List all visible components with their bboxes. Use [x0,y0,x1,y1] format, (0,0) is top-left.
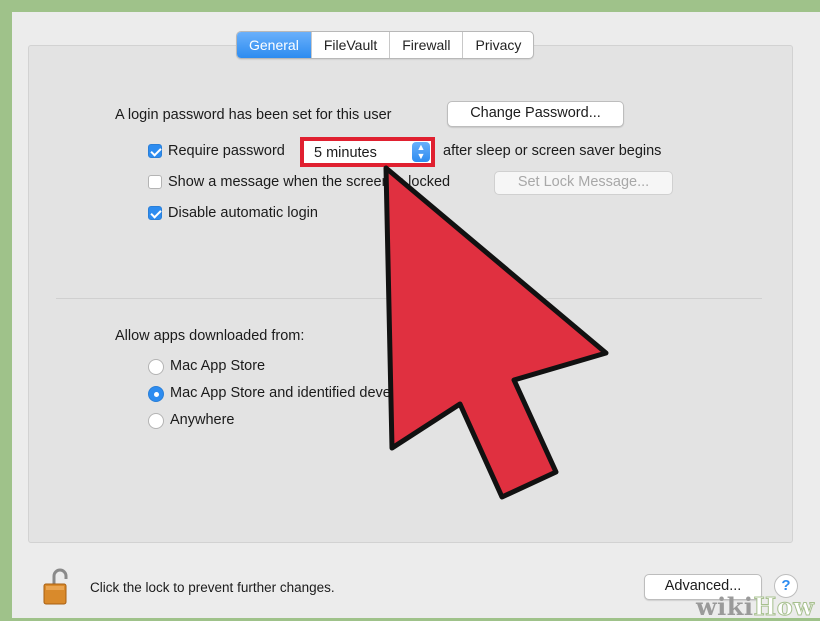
radio-anywhere-label: Anywhere [170,412,235,428]
tab-privacy[interactable]: Privacy [463,32,533,58]
change-password-button[interactable]: Change Password... [447,101,624,127]
show-message-checkbox[interactable] [148,175,162,189]
watermark-part2: How [753,592,815,621]
require-password-label: Require password [168,143,285,159]
password-delay-value: 5 minutes [314,145,377,161]
radio-mac-app-store-identified[interactable] [148,386,164,402]
wikihow-watermark: wikiHow [696,592,814,621]
show-message-label: Show a message when the screen is locked [168,174,451,190]
radio-mac-app-store-identified-label: Mac App Store and identified developers [170,385,431,401]
password-set-text: A login password has been set for this u… [115,107,392,123]
radio-mac-app-store-label: Mac App Store [170,358,266,374]
tab-firewall[interactable]: Firewall [390,32,464,58]
tab-bar: General FileVault Firewall Privacy [236,31,535,59]
radio-anywhere[interactable] [148,413,164,429]
after-sleep-text: after sleep or screen saver begins [443,143,662,159]
require-password-checkbox[interactable] [148,144,162,158]
tab-filevault[interactable]: FileVault [312,32,391,58]
tab-general[interactable]: General [237,32,312,58]
watermark-part1: wiki [696,592,754,621]
disable-auto-login-checkbox[interactable] [148,206,162,220]
password-delay-select[interactable]: 5 minutes ▲ ▼ [300,137,435,167]
section-divider [56,298,762,299]
lock-hint-text: Click the lock to prevent further change… [90,580,335,595]
disable-auto-login-label: Disable automatic login [168,205,318,221]
allow-apps-heading: Allow apps downloaded from: [115,328,305,344]
set-lock-message-button[interactable]: Set Lock Message... [494,171,673,195]
chevron-up-down-icon: ▲ ▼ [412,142,430,162]
open-padlock-icon[interactable] [32,566,70,606]
radio-mac-app-store[interactable] [148,359,164,375]
